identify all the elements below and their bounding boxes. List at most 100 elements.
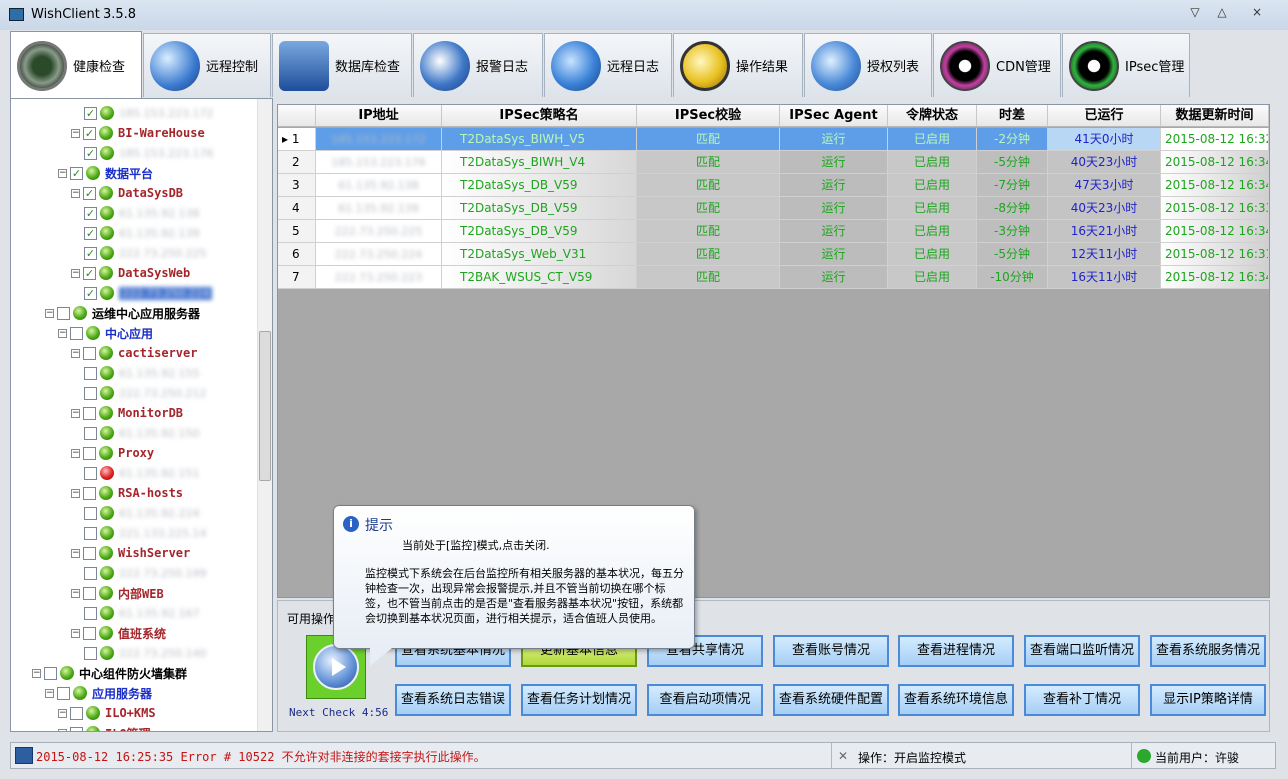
tree-checkbox[interactable]: ✓ xyxy=(84,146,97,160)
tree-checkbox[interactable] xyxy=(57,686,70,700)
tree-ip-node[interactable]: 61.135.92.151 xyxy=(84,463,199,483)
tree-checkbox[interactable] xyxy=(44,666,57,680)
tree-group-node[interactable]: − WishServer xyxy=(71,543,190,563)
tree-group-node[interactable]: − 运维中心应用服务器 xyxy=(45,303,200,323)
tree-group-node[interactable]: − cactiserver xyxy=(71,343,197,363)
tree-group-node[interactable]: − ILO管理 xyxy=(58,723,151,731)
column-header[interactable]: 时差 xyxy=(977,105,1048,127)
tab-op-results[interactable]: 操作结果 xyxy=(673,33,803,97)
column-header[interactable]: 数据更新时间 xyxy=(1161,105,1269,127)
tree-ip-node[interactable]: 61.135.92.150 xyxy=(84,423,199,443)
tree-group-node[interactable]: − 内部WEB xyxy=(71,583,164,603)
tree-checkbox[interactable] xyxy=(83,446,96,460)
tree-checkbox[interactable] xyxy=(84,366,97,380)
tree-checkbox[interactable]: ✓ xyxy=(83,126,96,140)
tree-group-node[interactable]: − RSA-hosts xyxy=(71,483,183,503)
tree-ip-node[interactable]: ✓ 185.153.223.172 xyxy=(84,103,213,123)
table-row[interactable]: 2 185.153.223.176 T2DataSys_BIWH_V4 匹配 运行 已启用… xyxy=(278,151,1269,174)
expand-toggle[interactable]: − xyxy=(71,548,80,558)
maximize-button[interactable]: △ xyxy=(1213,4,1231,20)
expand-toggle[interactable]: − xyxy=(71,588,80,598)
op-button[interactable]: 查看端口监听情况 xyxy=(1024,635,1140,667)
expand-toggle[interactable]: − xyxy=(71,188,80,198)
tree-group-node[interactable]: − ✓ 数据平台 xyxy=(58,163,153,183)
tree-scrollbar[interactable] xyxy=(257,99,272,731)
tree-checkbox[interactable] xyxy=(70,706,83,720)
tree-group-node[interactable]: − 中心组件防火墙集群 xyxy=(32,663,187,683)
expand-toggle[interactable]: − xyxy=(32,668,41,678)
table-row[interactable]: 7 222.73.250.223 T2BAK_WSUS_CT_V59 匹配 运行 已启用 -… xyxy=(278,266,1269,289)
tree-ip-node[interactable]: 61.135.92.155 xyxy=(84,363,199,383)
op-button[interactable]: 查看进程情况 xyxy=(898,635,1014,667)
tree-checkbox[interactable] xyxy=(84,506,97,520)
server-tree[interactable]: ✓ 185.153.223.172− ✓ BI-WareHouse ✓ 185.153.2… xyxy=(10,98,273,732)
tab-cdn[interactable]: CDN管理 xyxy=(933,33,1061,97)
expand-toggle[interactable]: − xyxy=(71,488,80,498)
tree-checkbox[interactable] xyxy=(84,566,97,580)
op-button[interactable]: 显示IP策略详情 xyxy=(1150,684,1266,716)
tree-ip-node[interactable]: 222.73.250.140 xyxy=(84,643,206,663)
tree-group-node[interactable]: − 应用服务器 xyxy=(45,683,152,703)
tab-remote-log[interactable]: 远程日志 xyxy=(544,33,672,97)
tree-ip-node[interactable]: 221.133.225.14 xyxy=(84,523,206,543)
tree-ip-node[interactable]: ✓ 222.73.250.224 xyxy=(84,283,213,303)
tree-checkbox[interactable] xyxy=(70,326,83,340)
table-row[interactable]: 5 222.73.250.225 T2DataSys_DB_V59 匹配 运行 已启用 -3… xyxy=(278,220,1269,243)
expand-toggle[interactable]: − xyxy=(71,628,80,638)
tree-group-node[interactable]: − ✓ DataSysWeb xyxy=(71,263,190,283)
tab-ipsec[interactable]: IPsec管理 xyxy=(1062,33,1190,97)
column-header[interactable]: 令牌状态 xyxy=(888,105,977,127)
expand-toggle[interactable]: − xyxy=(71,448,80,458)
column-header[interactable]: IP地址 xyxy=(316,105,442,127)
tree-checkbox[interactable] xyxy=(83,626,96,640)
tree-ip-node[interactable]: ✓ 61.135.92.139 xyxy=(84,223,199,243)
column-header[interactable]: 已运行 xyxy=(1048,105,1161,127)
tree-checkbox[interactable] xyxy=(83,406,96,420)
tree-checkbox[interactable] xyxy=(83,586,96,600)
tree-checkbox[interactable]: ✓ xyxy=(84,226,97,240)
op-button[interactable]: 查看系统硬件配置 xyxy=(773,684,889,716)
tree-checkbox[interactable]: ✓ xyxy=(83,266,96,280)
tooltip-balloon[interactable]: i 提示 当前处于[监控]模式,点击关闭. 监控模式下系统会在后台监控所有相关服… xyxy=(333,505,695,666)
op-button[interactable]: 查看任务计划情况 xyxy=(521,684,637,716)
tree-checkbox[interactable] xyxy=(84,426,97,440)
expand-toggle[interactable]: − xyxy=(58,168,67,178)
tab-remote-control[interactable]: 远程控制 xyxy=(143,33,271,97)
op-button[interactable]: 查看账号情况 xyxy=(773,635,889,667)
tree-checkbox[interactable] xyxy=(83,546,96,560)
tree-checkbox[interactable] xyxy=(70,726,83,731)
op-button[interactable]: 查看启动项情况 xyxy=(647,684,763,716)
column-header[interactable]: IPSec策略名 xyxy=(442,105,637,127)
tree-group-node[interactable]: − ILO+KMS xyxy=(58,703,156,723)
tree-ip-node[interactable]: ✓ 222.73.250.225 xyxy=(84,243,206,263)
tree-checkbox[interactable]: ✓ xyxy=(84,206,97,220)
table-row[interactable]: 4 61.135.92.139 T2DataSys_DB_V59 匹配 运行 已启用 -8分… xyxy=(278,197,1269,220)
minimize-button[interactable]: ▽ xyxy=(1186,4,1204,20)
column-header[interactable]: IPSec Agent xyxy=(780,105,888,127)
tree-checkbox[interactable] xyxy=(84,386,97,400)
expand-toggle[interactable]: − xyxy=(71,408,80,418)
tree-checkbox[interactable]: ✓ xyxy=(83,186,96,200)
column-header[interactable] xyxy=(278,105,316,127)
expand-toggle[interactable]: − xyxy=(58,708,67,718)
op-button[interactable]: 查看系统服务情况 xyxy=(1150,635,1266,667)
tree-group-node[interactable]: − 值班系统 xyxy=(71,623,166,643)
tree-ip-node[interactable]: 61.135.92.224 xyxy=(84,503,199,523)
tab-alarm-log[interactable]: 报警日志 xyxy=(413,33,543,97)
tree-checkbox[interactable] xyxy=(84,606,97,620)
tree-checkbox[interactable] xyxy=(84,466,97,480)
expand-toggle[interactable]: − xyxy=(45,688,54,698)
tree-group-node[interactable]: − ✓ DataSysDB xyxy=(71,183,183,203)
tree-checkbox[interactable]: ✓ xyxy=(84,286,97,300)
tab-auth-list[interactable]: 授权列表 xyxy=(804,33,932,97)
column-header[interactable]: IPSec校验 xyxy=(637,105,780,127)
tree-ip-node[interactable]: ✓ 185.153.223.176 xyxy=(84,143,213,163)
close-button[interactable]: × xyxy=(1248,4,1266,20)
tree-group-node[interactable]: − MonitorDB xyxy=(71,403,183,423)
tree-group-node[interactable]: − 中心应用 xyxy=(58,323,153,343)
table-row[interactable]: 6 222.73.250.224 T2DataSys_Web_V31 匹配 运行 已启用 -… xyxy=(278,243,1269,266)
tree-checkbox[interactable] xyxy=(83,486,96,500)
expand-toggle[interactable]: − xyxy=(71,268,80,278)
tree-checkbox[interactable] xyxy=(84,526,97,540)
tree-ip-node[interactable]: 222.73.250.212 xyxy=(84,383,206,403)
